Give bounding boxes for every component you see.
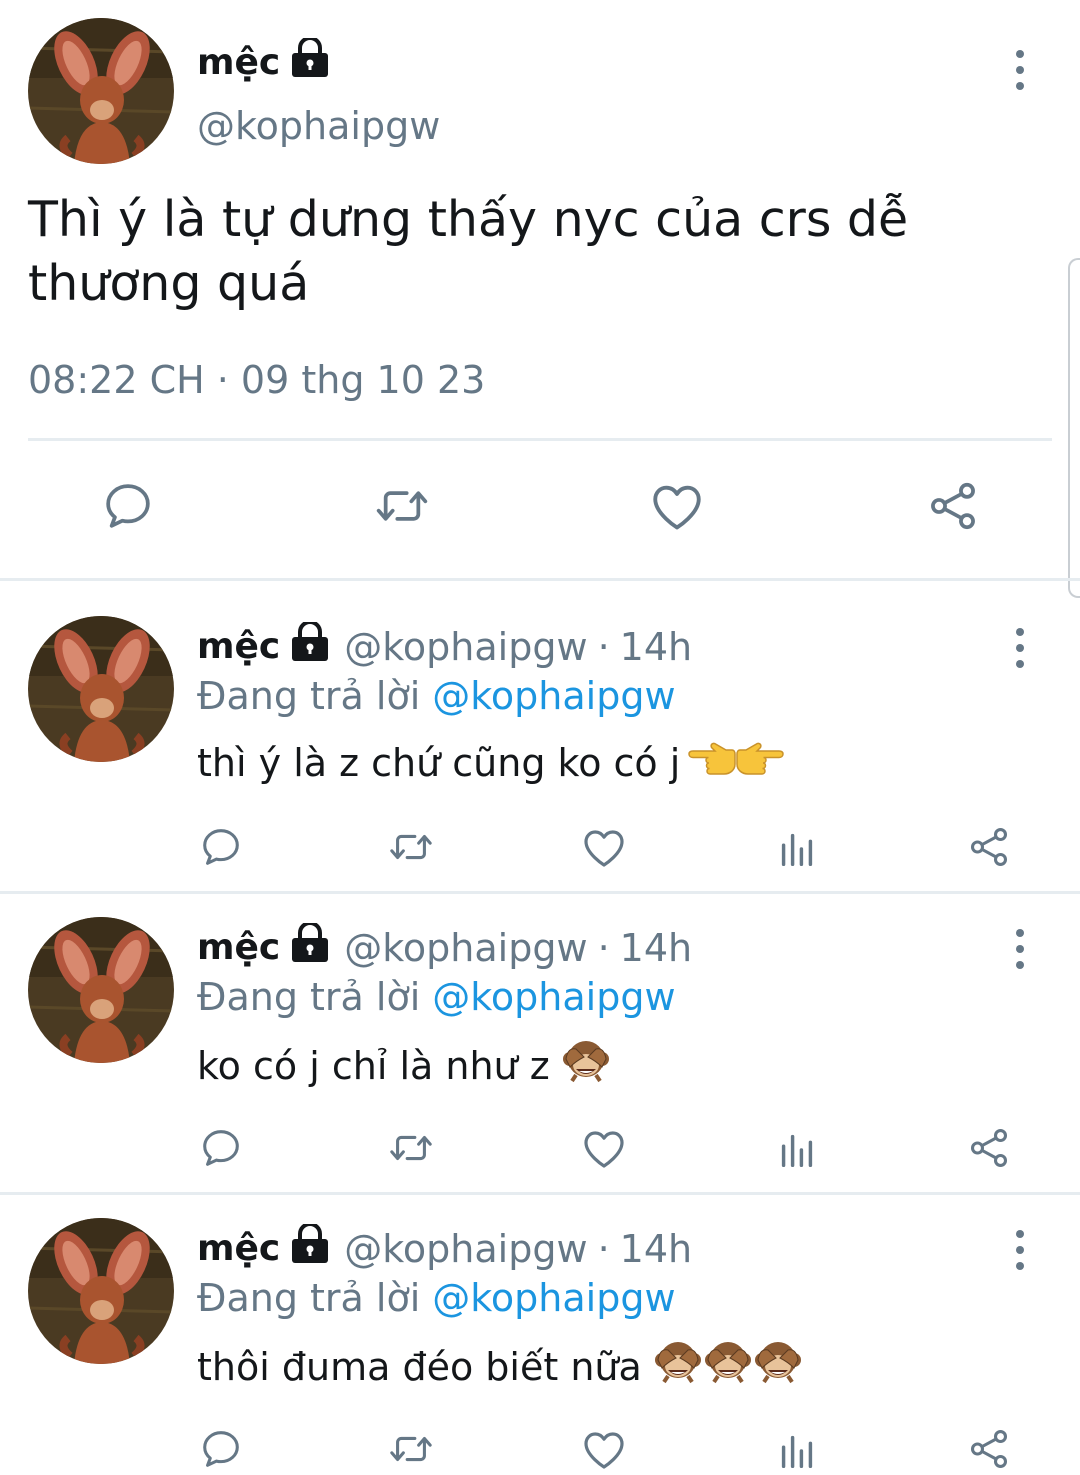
display-name-text: mệc xyxy=(197,927,281,968)
see-no-evil-monkey-icon xyxy=(704,1340,752,1393)
more-options-icon[interactable] xyxy=(1008,50,1032,90)
replying-label: Đang trả lời xyxy=(197,674,421,718)
replying-to: Đang trả lời @kophaipgw xyxy=(197,1276,676,1320)
display-name[interactable]: mệc xyxy=(197,622,330,671)
reply-tweet[interactable]: mệc @kophaipgw · 14h Đang trả lời @kophai… xyxy=(0,578,1080,894)
mention-link[interactable]: @kophaipgw xyxy=(432,1276,675,1320)
lock-icon xyxy=(290,38,330,87)
replying-label: Đang trả lời xyxy=(197,975,421,1019)
mention-link[interactable]: @kophaipgw xyxy=(432,674,675,718)
like-icon[interactable] xyxy=(580,824,628,872)
reply-text: thì ý là z chứ cũng ko có j xyxy=(197,738,784,787)
lock-icon xyxy=(290,1224,330,1273)
separator: · xyxy=(597,925,610,970)
more-options-icon[interactable] xyxy=(1008,628,1032,668)
replying-to: Đang trả lời @kophaipgw xyxy=(197,674,676,718)
reply-tweet[interactable]: mệc @kophaipgw · 14h Đang trả lời @kophai… xyxy=(0,891,1080,1195)
tweet-timestamp: 08:22 CH · 09 thg 10 23 xyxy=(28,358,486,402)
stats-icon[interactable] xyxy=(774,826,820,872)
divider xyxy=(28,438,1052,441)
avatar[interactable] xyxy=(28,917,174,1063)
lock-icon xyxy=(290,923,330,972)
main-tweet: mệc @kophaipgw Thì ý là tự dưng thấy nyc… xyxy=(0,0,1080,581)
see-no-evil-monkey-icon xyxy=(562,1039,610,1092)
display-name[interactable]: mệc xyxy=(197,923,330,972)
username[interactable]: @kophaipgw xyxy=(344,625,587,669)
reply-icon[interactable] xyxy=(100,478,156,534)
reply-text-content: thì ý là z chứ cũng ko có j xyxy=(197,740,681,785)
reply-time[interactable]: 14h xyxy=(620,625,692,669)
reply-text: ko có j chỉ là như z xyxy=(197,1039,610,1092)
backhand-index-right-icon xyxy=(736,738,784,787)
share-icon[interactable] xyxy=(966,1125,1012,1171)
reply-icon[interactable] xyxy=(198,1426,244,1472)
username[interactable]: @kophaipgw xyxy=(197,104,440,148)
reply-time[interactable]: 14h xyxy=(620,926,692,970)
display-name[interactable]: mệc xyxy=(197,38,330,87)
replying-to: Đang trả lời @kophaipgw xyxy=(197,975,676,1019)
reply-text: thôi đuma đéo biết nữa xyxy=(197,1340,802,1393)
like-icon[interactable] xyxy=(580,1125,628,1173)
lock-icon xyxy=(290,622,330,671)
avatar[interactable] xyxy=(28,1218,174,1364)
tweet-text: Thì ý là tự dưng thấy nyc của crs dễ thư… xyxy=(28,191,909,312)
share-icon[interactable] xyxy=(966,824,1012,870)
display-name-text: mệc xyxy=(197,1228,281,1269)
share-icon[interactable] xyxy=(966,1426,1012,1472)
more-options-icon[interactable] xyxy=(1008,929,1032,969)
reply-icon[interactable] xyxy=(198,824,244,870)
like-icon[interactable] xyxy=(648,478,706,536)
reply-tweet[interactable]: mệc @kophaipgw · 14h Đang trả lời @kophai… xyxy=(0,1192,1080,1475)
stats-icon[interactable] xyxy=(774,1428,820,1474)
mention-link[interactable]: @kophaipgw xyxy=(432,975,675,1019)
reply-text-content: thôi đuma đéo biết nữa xyxy=(197,1344,642,1389)
reply-header: mệc @kophaipgw · 14h xyxy=(197,923,692,972)
display-name-text: mệc xyxy=(197,626,281,667)
avatar[interactable] xyxy=(28,616,174,762)
share-icon[interactable] xyxy=(925,478,981,534)
replying-label: Đang trả lời xyxy=(197,1276,421,1320)
avatar[interactable] xyxy=(28,18,174,164)
display-name-text: mệc xyxy=(197,42,281,83)
retweet-icon[interactable] xyxy=(372,478,432,534)
see-no-evil-monkey-icon xyxy=(654,1340,702,1393)
separator: · xyxy=(597,1226,610,1271)
reply-header: mệc @kophaipgw · 14h xyxy=(197,1224,692,1273)
retweet-icon[interactable] xyxy=(386,1125,436,1171)
see-no-evil-monkey-icon xyxy=(754,1340,802,1393)
reply-time[interactable]: 14h xyxy=(620,1227,692,1271)
separator: · xyxy=(597,624,610,669)
reply-header: mệc @kophaipgw · 14h xyxy=(197,622,692,671)
retweet-icon[interactable] xyxy=(386,1426,436,1472)
reply-text-content: ko có j chỉ là như z xyxy=(197,1043,550,1088)
stats-icon[interactable] xyxy=(774,1127,820,1173)
more-options-icon[interactable] xyxy=(1008,1230,1032,1270)
reply-icon[interactable] xyxy=(198,1125,244,1171)
username[interactable]: @kophaipgw xyxy=(344,926,587,970)
backhand-index-left-icon xyxy=(688,738,736,787)
username[interactable]: @kophaipgw xyxy=(344,1227,587,1271)
retweet-icon[interactable] xyxy=(386,824,436,870)
display-name[interactable]: mệc xyxy=(197,1224,330,1273)
like-icon[interactable] xyxy=(580,1426,628,1474)
